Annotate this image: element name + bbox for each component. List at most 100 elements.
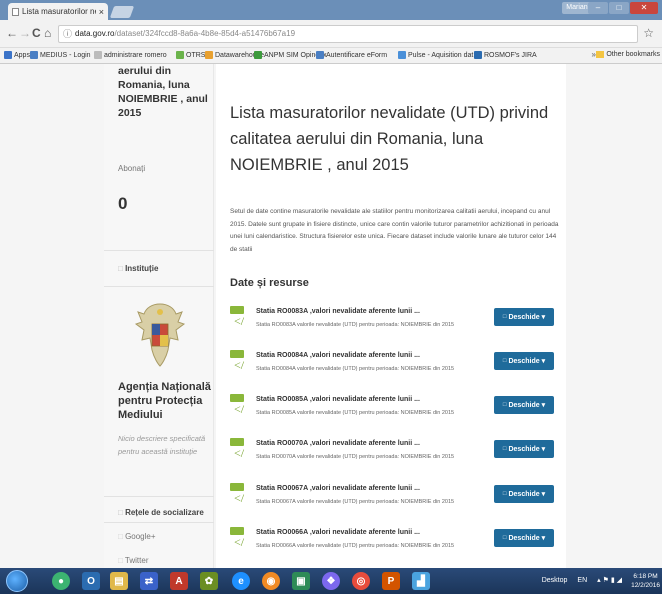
app-icon[interactable]: ●: [52, 572, 70, 590]
open-resource-button[interactable]: □ Deschide ▾: [494, 529, 554, 547]
twitter-icon: □: [118, 556, 125, 565]
resource-description: Statia RO0084A valorile nevalidate (UTD)…: [256, 366, 455, 372]
social-heading: □ Rețele de socializare: [118, 508, 204, 517]
other-bookmarks[interactable]: Other bookmarks: [596, 51, 660, 58]
start-button[interactable]: [6, 570, 28, 592]
resource-description: Statia RO0067A valorile nevalidate (UTD)…: [256, 499, 455, 505]
bookmark-favicon-icon: [316, 51, 324, 59]
social-link-label: Google+: [125, 532, 156, 541]
google-icon: □: [118, 532, 126, 541]
maximize-icon[interactable]: □: [609, 2, 629, 14]
social-link-twitter[interactable]: □ Twitter: [118, 556, 148, 565]
info-icon[interactable]: ⓘ: [63, 26, 72, 42]
bookmark-item[interactable]: Apps: [4, 51, 30, 59]
social-link-label: Twitter: [124, 556, 149, 565]
caret-down-icon: ▾: [541, 314, 546, 321]
bookmark-item[interactable]: Pulse - Aquisition dat: [398, 51, 473, 59]
reload-icon[interactable]: C: [32, 26, 41, 40]
agency-description: Nicio descriere specificată pentru aceas…: [118, 434, 206, 456]
resource-title[interactable]: Statia RO0070A ,valori nevalidate aferen…: [256, 440, 420, 447]
sidebar-dataset-title: privind calitatea aerului din Romania, l…: [118, 65, 208, 119]
bookmark-label: Apps: [14, 51, 30, 59]
open-button-label: Deschide: [508, 534, 540, 542]
bookmark-item[interactable]: Autentificare eForm: [316, 51, 387, 59]
firefox-icon[interactable]: ◉: [262, 572, 280, 590]
resource-description: Statia RO0066A valorile nevalidate (UTD)…: [256, 543, 455, 549]
open-button-label: Deschide: [508, 490, 540, 498]
file-format-icon: </: [230, 483, 246, 507]
resource-item: </ Statia RO0067A ,valori nevalidate afer…: [230, 483, 560, 519]
teamviewer-icon[interactable]: ⇄: [140, 572, 158, 590]
minimize-icon[interactable]: –: [588, 2, 608, 14]
divider: [104, 496, 214, 497]
caret-down-icon: ▾: [541, 446, 546, 453]
open-icon: □: [502, 314, 507, 320]
back-icon[interactable]: ←: [6, 26, 18, 40]
new-tab-button[interactable]: [109, 6, 135, 18]
institution-label: Instituție: [125, 264, 159, 273]
social-label: Rețele de socializare: [125, 508, 204, 517]
divider: [104, 522, 214, 523]
coat-of-arms-logo[interactable]: [132, 300, 188, 370]
caret-down-icon: ▾: [541, 358, 546, 365]
forward-icon[interactable]: →: [19, 26, 31, 40]
close-window-icon[interactable]: ✕: [630, 2, 658, 14]
file-format-icon: </: [230, 306, 246, 330]
clock[interactable]: 6:18 PM 12/2/2016: [631, 572, 660, 590]
url-input[interactable]: ⓘ data.gov.ro/dataset/324fccd8-8a6a-4b8e…: [58, 25, 638, 43]
open-resource-button[interactable]: □ Deschide ▾: [494, 485, 554, 503]
institution-icon: □: [118, 264, 126, 273]
chat-icon[interactable]: ❖: [322, 572, 340, 590]
gimp-icon[interactable]: ✿: [200, 572, 218, 590]
language-indicator[interactable]: EN: [577, 577, 587, 584]
caret-down-icon: ▾: [541, 535, 546, 542]
close-tab-icon[interactable]: ×: [99, 7, 104, 17]
open-button-label: Deschide: [508, 401, 540, 409]
open-resource-button[interactable]: □ Deschide ▾: [494, 352, 554, 370]
bookmark-item[interactable]: MEDIUS - Login: [30, 51, 91, 59]
bookmark-item[interactable]: administrare romero: [94, 51, 167, 59]
outlook-icon[interactable]: O: [82, 572, 100, 590]
bookmark-label: ROSMOF's JIRA: [484, 51, 537, 59]
powerpoint-icon[interactable]: P: [382, 572, 400, 590]
home-icon[interactable]: ⌂: [44, 26, 51, 40]
resource-item: </ Statia RO0084A ,valori nevalidate afer…: [230, 350, 560, 386]
open-resource-button[interactable]: □ Deschide ▾: [494, 396, 554, 414]
file-format-icon: </: [230, 527, 246, 551]
resource-title[interactable]: Statia RO0066A ,valori nevalidate aferen…: [256, 529, 420, 536]
open-icon: □: [502, 402, 507, 408]
open-resource-button[interactable]: □ Deschide ▾: [494, 308, 554, 326]
taskbar: ● O ▤ ⇄ A ✿ e ◉ ▣ ❖ ◎ P ▟ Desktop EN ▴ ⚑…: [0, 568, 662, 594]
chrome-icon[interactable]: ◎: [352, 572, 370, 590]
resource-title[interactable]: Statia RO0083A ,valori nevalidate aferen…: [256, 308, 420, 315]
subscribers-count: 0: [118, 194, 128, 213]
resource-title[interactable]: Statia RO0085A ,valori nevalidate aferen…: [256, 396, 420, 403]
resource-title[interactable]: Statia RO0084A ,valori nevalidate aferen…: [256, 352, 420, 359]
desktop-toolbar[interactable]: Desktop: [542, 577, 568, 584]
open-button-label: Deschide: [508, 313, 540, 321]
open-resource-button[interactable]: □ Deschide ▾: [494, 440, 554, 458]
social-link-google[interactable]: □ Google+: [118, 532, 156, 541]
acrobat-icon[interactable]: A: [170, 572, 188, 590]
app-icon-blue[interactable]: ▟: [412, 572, 430, 590]
bookmark-item[interactable]: OTRS: [176, 51, 205, 59]
bookmark-favicon-icon: [474, 51, 482, 59]
other-bookmarks-label: Other bookmarks: [606, 51, 660, 58]
bookmark-item[interactable]: ROSMOF's JIRA: [474, 51, 537, 59]
tray-icons[interactable]: ▴ ⚑ ▮ ◢: [597, 576, 622, 584]
bookmark-label: Autentificare eForm: [326, 51, 388, 59]
bookmark-favicon-icon: [4, 51, 12, 59]
window-controls: – □ ✕: [588, 2, 658, 14]
resource-title[interactable]: Statia RO0067A ,valori nevalidate aferen…: [256, 485, 420, 492]
system-tray: Desktop EN ▴ ⚑ ▮ ◢: [542, 576, 622, 585]
app-icon-green[interactable]: ▣: [292, 572, 310, 590]
open-button-label: Deschide: [508, 445, 540, 453]
internet-explorer-icon[interactable]: e: [232, 572, 250, 590]
folder-icon: [596, 51, 605, 58]
bookmark-favicon-icon: [254, 51, 262, 59]
file-explorer-icon[interactable]: ▤: [110, 572, 128, 590]
agency-name[interactable]: Agenția Națională pentru Protecția Mediu…: [118, 380, 214, 422]
bookmark-star-icon[interactable]: ☆: [643, 26, 654, 40]
browser-tab[interactable]: Lista masuratorilor nevali ×: [8, 3, 108, 20]
clock-time: 6:18 PM: [633, 573, 658, 580]
